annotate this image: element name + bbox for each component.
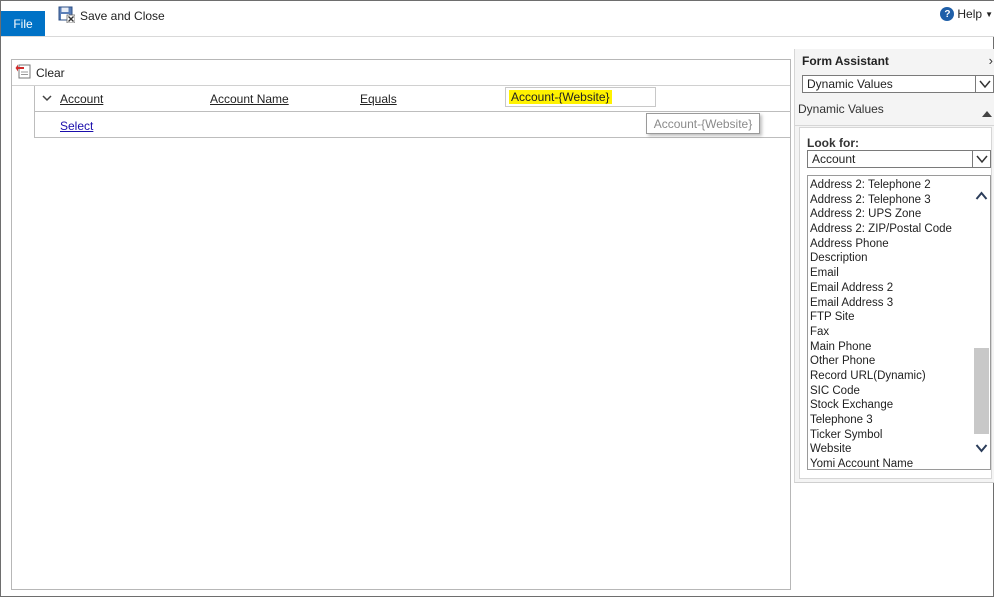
look-for-value: Account — [812, 152, 856, 166]
condition-entity-link[interactable]: Account — [60, 92, 103, 106]
field-list-item[interactable]: Stock Exchange — [810, 398, 972, 413]
look-for-dropdown[interactable]: Account — [807, 150, 991, 168]
field-list-item[interactable]: Yomi Account Name — [810, 457, 972, 469]
help-label: Help — [957, 7, 983, 21]
clear-button[interactable]: Clear — [12, 60, 790, 86]
divider — [795, 125, 994, 126]
assistant-mode-dropdown[interactable]: Dynamic Values — [802, 75, 994, 93]
field-list-item[interactable]: Other Phone — [810, 354, 972, 369]
field-list: Address 2: Telephone 2 Address 2: Telepho… — [810, 178, 972, 469]
field-list-item[interactable]: Main Phone — [810, 340, 972, 355]
assistant-mode-value: Dynamic Values — [807, 77, 893, 91]
help-menu[interactable]: ? Help ▼ — [940, 7, 993, 21]
field-list-item[interactable]: Address 2: Telephone 3 — [810, 193, 972, 208]
form-assistant-title: Form Assistant — [802, 54, 889, 68]
close-icon[interactable]: › — [989, 53, 993, 68]
dropdown-arrow-icon — [972, 151, 990, 167]
clear-label: Clear — [36, 65, 65, 80]
field-list-item[interactable]: Record URL(Dynamic) — [810, 369, 972, 384]
collapse-up-icon — [982, 106, 992, 120]
field-list-item[interactable]: Address Phone — [810, 237, 972, 252]
field-list-item[interactable]: Ticker Symbol — [810, 428, 972, 443]
field-list-item[interactable]: Email Address 3 — [810, 296, 972, 311]
field-list-item[interactable]: Email Address 2 — [810, 281, 972, 296]
field-list-item[interactable]: Fax — [810, 325, 972, 340]
dropdown-arrow-icon — [975, 76, 993, 92]
section-title: Dynamic Values — [798, 102, 884, 116]
select-link[interactable]: Select — [60, 119, 93, 133]
scroll-up-icon[interactable] — [975, 190, 988, 202]
field-list-item[interactable]: SIC Code — [810, 384, 972, 399]
field-list-item[interactable]: FTP Site — [810, 310, 972, 325]
dynamic-values-panel: Look for: Account Address 2: Telephone 2… — [799, 127, 992, 479]
save-and-close-label: Save and Close — [80, 9, 165, 23]
listbox-scrollbar[interactable] — [973, 176, 990, 469]
save-close-icon — [58, 6, 76, 26]
field-listbox[interactable]: Address 2: Telephone 2 Address 2: Telepho… — [807, 175, 991, 470]
ribbon: File Save and Close ? Help ▼ — [1, 1, 994, 37]
scroll-down-icon[interactable] — [975, 442, 988, 454]
field-list-item[interactable]: Address 2: Telephone 2 — [810, 178, 972, 193]
app-window: File Save and Close ? Help ▼ Clear Accou… — [0, 0, 994, 597]
field-list-item[interactable]: Description — [810, 251, 972, 266]
file-tab[interactable]: File — [1, 11, 45, 36]
field-list-item[interactable]: Email — [810, 266, 972, 281]
condition-value-input[interactable]: Account-{Website} — [505, 87, 656, 107]
condition-value-text: Account-{Website} — [509, 90, 612, 104]
query-panel: Clear Account Account Name Equals Accoun… — [11, 59, 791, 590]
chevron-down-icon[interactable] — [41, 92, 53, 104]
field-list-item[interactable]: Website — [810, 442, 972, 457]
value-tooltip: Account-{Website} — [646, 113, 760, 134]
condition-row: Account Account Name Equals Account-{Web… — [35, 86, 791, 112]
clear-icon — [15, 63, 31, 82]
scrollbar-thumb[interactable] — [974, 348, 989, 434]
help-icon: ? — [940, 7, 955, 21]
field-list-item[interactable]: Telephone 3 — [810, 413, 972, 428]
condition-operator-link[interactable]: Equals — [360, 92, 397, 106]
condition-field-link[interactable]: Account Name — [210, 92, 289, 106]
form-assistant-pane: Form Assistant › Dynamic Values Dynamic … — [794, 49, 994, 483]
save-and-close-button[interactable]: Save and Close — [58, 6, 165, 26]
dropdown-arrow-icon: ▼ — [985, 9, 993, 19]
dynamic-values-section-header[interactable]: Dynamic Values — [798, 102, 994, 122]
field-list-item[interactable]: Address 2: ZIP/Postal Code — [810, 222, 972, 237]
look-for-label: Look for: — [807, 136, 859, 150]
field-list-item[interactable]: Address 2: UPS Zone — [810, 207, 972, 222]
